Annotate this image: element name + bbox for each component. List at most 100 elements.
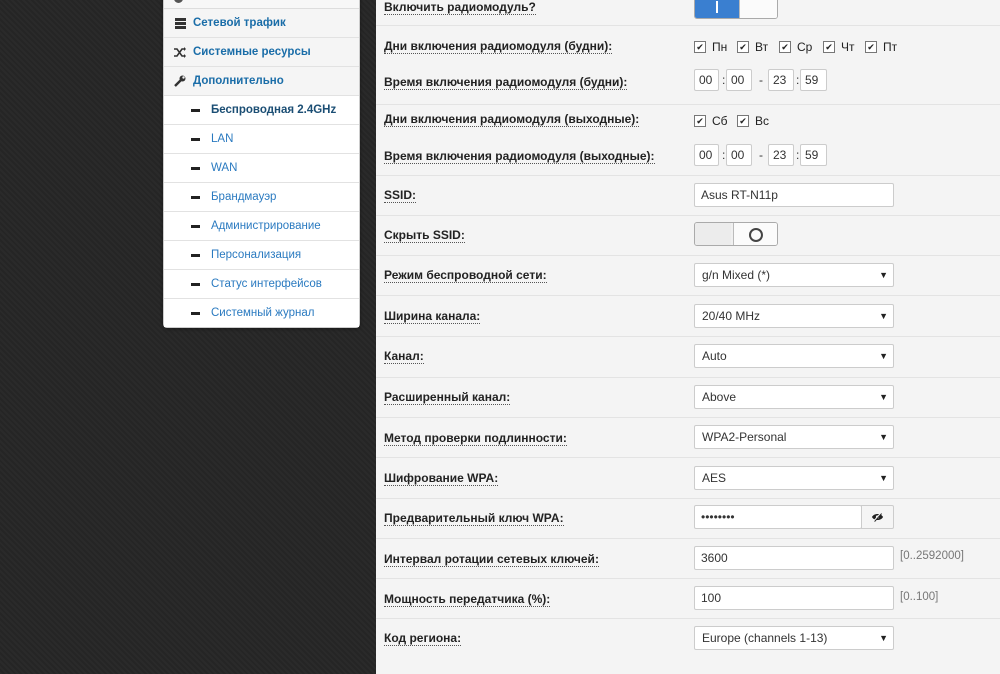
dash-icon <box>191 253 200 257</box>
checkbox-tue[interactable]: ✔ Вт <box>737 40 768 54</box>
wrench-icon <box>174 75 186 87</box>
wpa-key-input[interactable] <box>694 505 862 529</box>
check-icon: ✔ <box>823 41 835 53</box>
row-weekend-time: Время включения радиомодуля (выходные): … <box>376 135 1000 176</box>
field-label: Дни включения радиомодуля (выходные): <box>384 112 640 127</box>
time-separator: : <box>796 73 800 87</box>
region-select[interactable]: Europe (channels 1-13) ▼ <box>694 626 894 650</box>
sidebar-item-label: Системные ресурсы <box>193 46 311 58</box>
weekend-end-minute[interactable]: 59 <box>800 144 827 166</box>
weekend-start-minute[interactable]: 00 <box>726 144 752 166</box>
field-label: Время включения радиомодуля (будни): <box>384 75 628 90</box>
checkbox-thu[interactable]: ✔ Чт <box>823 40 855 54</box>
weekday-start-minute[interactable]: 00 <box>726 69 752 91</box>
row-weekday-time: Время включения радиомодуля (будни): 00 … <box>376 62 1000 105</box>
hide-ssid-toggle[interactable] <box>694 222 778 246</box>
channel-select[interactable]: Auto ▼ <box>694 344 894 368</box>
time-separator: : <box>796 148 800 162</box>
checkbox-wed[interactable]: ✔ Ср <box>779 40 812 54</box>
wpa-encryption-select[interactable]: AES ▼ <box>694 466 894 490</box>
rekey-interval-input[interactable] <box>694 546 894 570</box>
checkbox-fri[interactable]: ✔ Пт <box>865 40 897 54</box>
checkbox-mon[interactable]: ✔ Пн <box>694 40 727 54</box>
row-region: Код региона: Europe (channels 1-13) ▼ <box>376 619 1000 659</box>
field-label: Код региона: <box>384 631 462 646</box>
chevron-down-icon: ▼ <box>879 392 888 402</box>
field-label: SSID: <box>384 188 417 203</box>
weekday-start-hour[interactable]: 00 <box>694 69 719 91</box>
checkbox-sun[interactable]: ✔ Вс <box>737 114 769 128</box>
auth-method-select[interactable]: WPA2-Personal ▼ <box>694 425 894 449</box>
sidebar-sub-label: Беспроводная 2.4GHz <box>211 104 337 116</box>
field-label: Расширенный канал: <box>384 390 511 405</box>
range-hint: [0..2592000] <box>900 550 964 562</box>
chevron-down-icon: ▼ <box>879 633 888 643</box>
weekday-end-hour[interactable]: 23 <box>768 69 794 91</box>
sidebar-sub-lan[interactable]: LAN <box>164 125 359 154</box>
weekend-end-hour[interactable]: 23 <box>768 144 794 166</box>
wireless-mode-select[interactable]: g/n Mixed (*) ▼ <box>694 263 894 287</box>
sidebar-item-resources[interactable]: Системные ресурсы <box>164 38 359 67</box>
field-label: Дни включения радиомодуля (будни): <box>384 39 613 54</box>
range-separator: - <box>759 148 763 162</box>
weekday-end-minute[interactable]: 59 <box>800 69 827 91</box>
checkbox-label: Пт <box>883 40 898 54</box>
database-icon <box>174 17 186 29</box>
row-ext-channel: Расширенный канал: Above ▼ <box>376 378 1000 418</box>
field-label: Предварительный ключ WPA: <box>384 511 564 526</box>
range-hint: [0..100] <box>900 591 939 603</box>
field-label: Шифрование WPA: <box>384 471 499 486</box>
field-label: Мощность передатчика (%): <box>384 592 551 607</box>
toggle-off-circle-icon <box>749 228 763 242</box>
field-label: Ширина канала: <box>384 309 481 324</box>
sidebar-sub-admin[interactable]: Администрирование <box>164 212 359 241</box>
chevron-down-icon: ▼ <box>879 351 888 361</box>
sidebar-sub-wan[interactable]: WAN <box>164 154 359 183</box>
eye-slash-icon[interactable] <box>861 505 894 529</box>
sidebar-sub-personalization[interactable]: Персонализация <box>164 241 359 270</box>
shuffle-icon <box>174 46 186 58</box>
select-value: AES <box>702 471 727 485</box>
tx-power-input[interactable] <box>694 586 894 610</box>
row-hide-ssid: Скрыть SSID: <box>376 216 1000 256</box>
row-weekend-days: Дни включения радиомодуля (выходные): ✔ С… <box>376 105 1000 135</box>
time-separator: : <box>722 148 726 162</box>
ext-channel-select[interactable]: Above ▼ <box>694 385 894 409</box>
row-wpa-encryption: Шифрование WPA: AES ▼ <box>376 458 1000 499</box>
radio-enable-toggle[interactable] <box>694 0 778 19</box>
sidebar-sub-interface-status[interactable]: Статус интерфейсов <box>164 270 359 299</box>
checkbox-label: Пн <box>712 40 728 54</box>
sidebar-top-item[interactable] <box>164 0 359 9</box>
weekend-start-hour[interactable]: 00 <box>694 144 719 166</box>
sidebar-sub-system-log[interactable]: Системный журнал <box>164 299 359 327</box>
checkbox-label: Ср <box>797 40 813 54</box>
chevron-down-icon: ▼ <box>879 473 888 483</box>
checkbox-label: Вт <box>755 40 769 54</box>
sidebar-item-traffic[interactable]: Сетевой трафик <box>164 9 359 38</box>
check-icon: ✔ <box>865 41 877 53</box>
select-value: 20/40 MHz <box>702 309 761 323</box>
row-ssid: SSID: <box>376 176 1000 216</box>
status-icon <box>174 0 183 3</box>
ssid-input[interactable] <box>694 183 894 207</box>
range-separator: - <box>759 73 763 87</box>
dash-icon <box>191 137 200 141</box>
field-label: Интервал ротации сетевых ключей: <box>384 552 599 567</box>
sidebar-sub-firewall[interactable]: Брандмауэр <box>164 183 359 212</box>
sidebar-item-label: Дополнительно <box>193 75 284 87</box>
check-icon: ✔ <box>694 115 706 127</box>
field-label: Канал: <box>384 349 424 364</box>
sidebar-item-advanced[interactable]: Дополнительно <box>164 67 359 96</box>
dash-icon <box>191 311 200 315</box>
check-icon: ✔ <box>694 41 706 53</box>
row-auth-method: Метод проверки подлинности: WPA2-Persona… <box>376 418 1000 458</box>
checkbox-label: Вс <box>755 114 770 128</box>
dash-icon <box>191 166 200 170</box>
chevron-down-icon: ▼ <box>879 311 888 321</box>
toggle-on-state <box>695 0 739 18</box>
sidebar-sub-wireless[interactable]: Беспроводная 2.4GHz <box>164 96 359 125</box>
field-label: Время включения радиомодуля (выходные): <box>384 149 655 164</box>
chevron-down-icon: ▼ <box>879 432 888 442</box>
checkbox-sat[interactable]: ✔ Сб <box>694 114 728 128</box>
channel-width-select[interactable]: 20/40 MHz ▼ <box>694 304 894 328</box>
